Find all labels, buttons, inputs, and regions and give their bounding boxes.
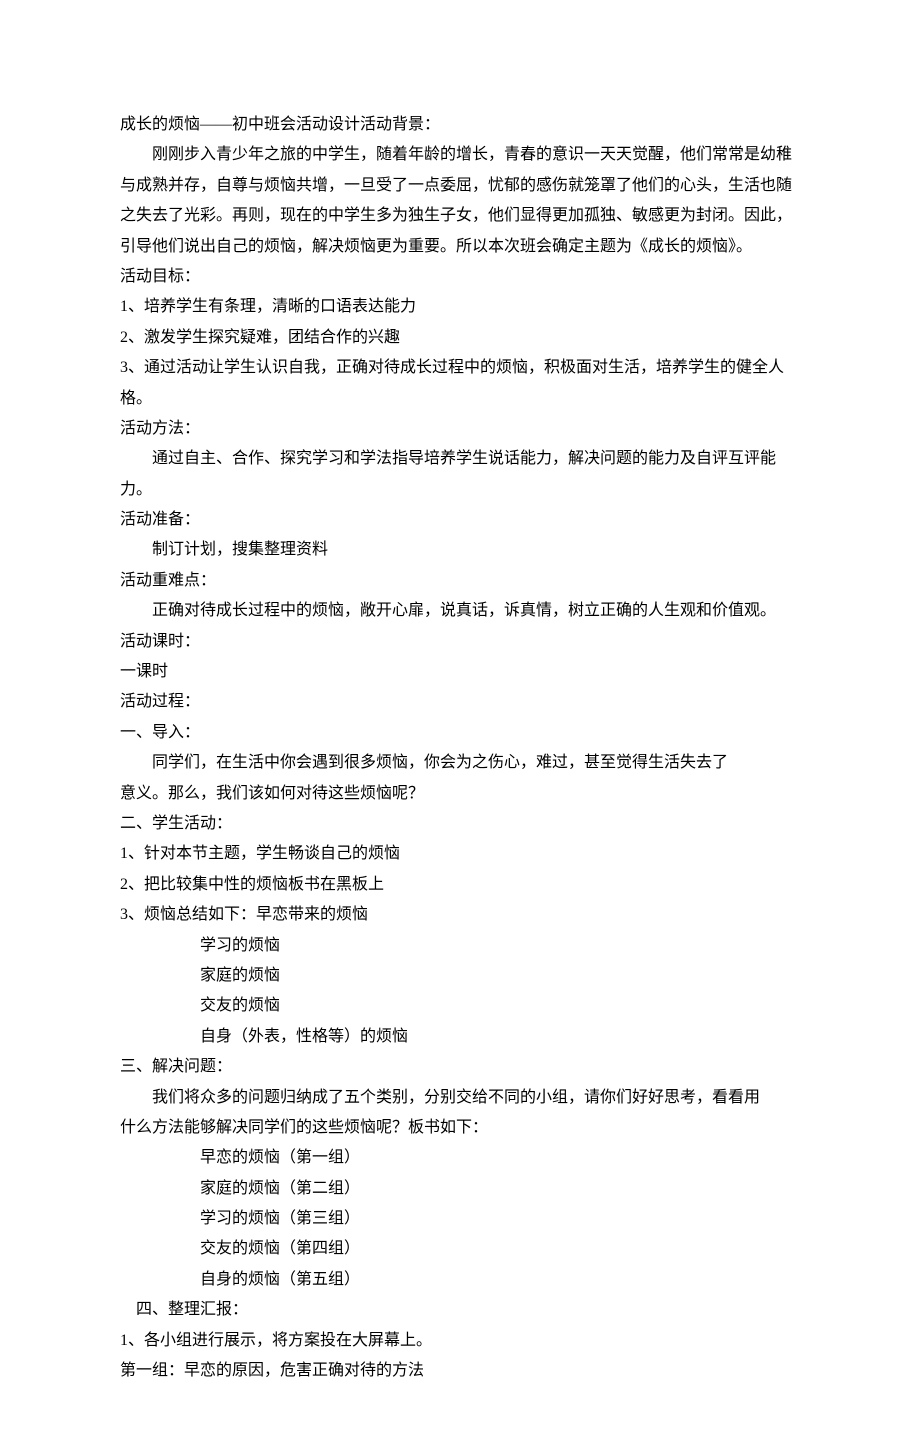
process-label: 活动过程：	[120, 687, 800, 717]
section1-text-line2: 意义。那么，我们该如何对待这些烦恼呢？	[120, 779, 800, 809]
method-label: 活动方法：	[120, 414, 800, 444]
diff-label: 活动重难点：	[120, 566, 800, 596]
period-text: 一课时	[120, 657, 800, 687]
section3-label: 三、解决问题：	[120, 1052, 800, 1082]
goal-2: 2、激发学生探究疑难，团结合作的兴趣	[120, 323, 800, 353]
section3-group5: 自身的烦恼（第五组）	[120, 1265, 800, 1295]
method-text: 通过自主、合作、探究学习和学法指导培养学生说话能力，解决问题的能力及自评互评能力…	[120, 444, 800, 505]
prep-text: 制订计划，搜集整理资料	[120, 535, 800, 565]
section2-sub4: 自身（外表，性格等）的烦恼	[120, 1022, 800, 1052]
section1-text-line1: 同学们，在生活中你会遇到很多烦恼，你会为之伤心，难过，甚至觉得生活失去了	[120, 748, 800, 778]
section3-text-line2: 什么方法能够解决同学们的这些烦恼呢？板书如下：	[120, 1113, 800, 1143]
section4-label: 四、整理汇报：	[120, 1295, 800, 1325]
goals-label: 活动目标：	[120, 262, 800, 292]
goal-1: 1、培养学生有条理，清晰的口语表达能力	[120, 292, 800, 322]
section4-group1: 第一组：早恋的原因，危害正确对待的方法	[120, 1356, 800, 1386]
section3-group2: 家庭的烦恼（第二组）	[120, 1174, 800, 1204]
section3-group3: 学习的烦恼（第三组）	[120, 1204, 800, 1234]
title: 成长的烦恼――初中班会活动设计活动背景：	[120, 110, 800, 140]
section2-item2: 2、把比较集中性的烦恼板书在黑板上	[120, 870, 800, 900]
section3-group1: 早恋的烦恼（第一组）	[120, 1143, 800, 1173]
section3-text-line1: 我们将众多的问题归纳成了五个类别，分别交给不同的小组，请你们好好思考，看看用	[120, 1083, 800, 1113]
goal-3: 3、通过活动让学生认识自我，正确对待成长过程中的烦恼，积极面对生活，培养学生的健…	[120, 353, 800, 414]
section2-sub3: 交友的烦恼	[120, 991, 800, 1021]
prep-label: 活动准备：	[120, 505, 800, 535]
section2-sub1: 学习的烦恼	[120, 931, 800, 961]
section2-item1: 1、针对本节主题，学生畅谈自己的烦恼	[120, 839, 800, 869]
section4-item1: 1、各小组进行展示，将方案投在大屏幕上。	[120, 1326, 800, 1356]
section1-label: 一、导入：	[120, 718, 800, 748]
section2-label: 二、学生活动：	[120, 809, 800, 839]
section2-sub2: 家庭的烦恼	[120, 961, 800, 991]
section2-item3: 3、烦恼总结如下：早恋带来的烦恼	[120, 900, 800, 930]
diff-text: 正确对待成长过程中的烦恼，敞开心扉，说真话，诉真情，树立正确的人生观和价值观。	[120, 596, 800, 626]
background-text: 刚刚步入青少年之旅的中学生，随着年龄的增长，青春的意识一天天觉醒，他们常常是幼稚…	[120, 140, 800, 262]
period-label: 活动课时：	[120, 627, 800, 657]
section3-group4: 交友的烦恼（第四组）	[120, 1234, 800, 1264]
